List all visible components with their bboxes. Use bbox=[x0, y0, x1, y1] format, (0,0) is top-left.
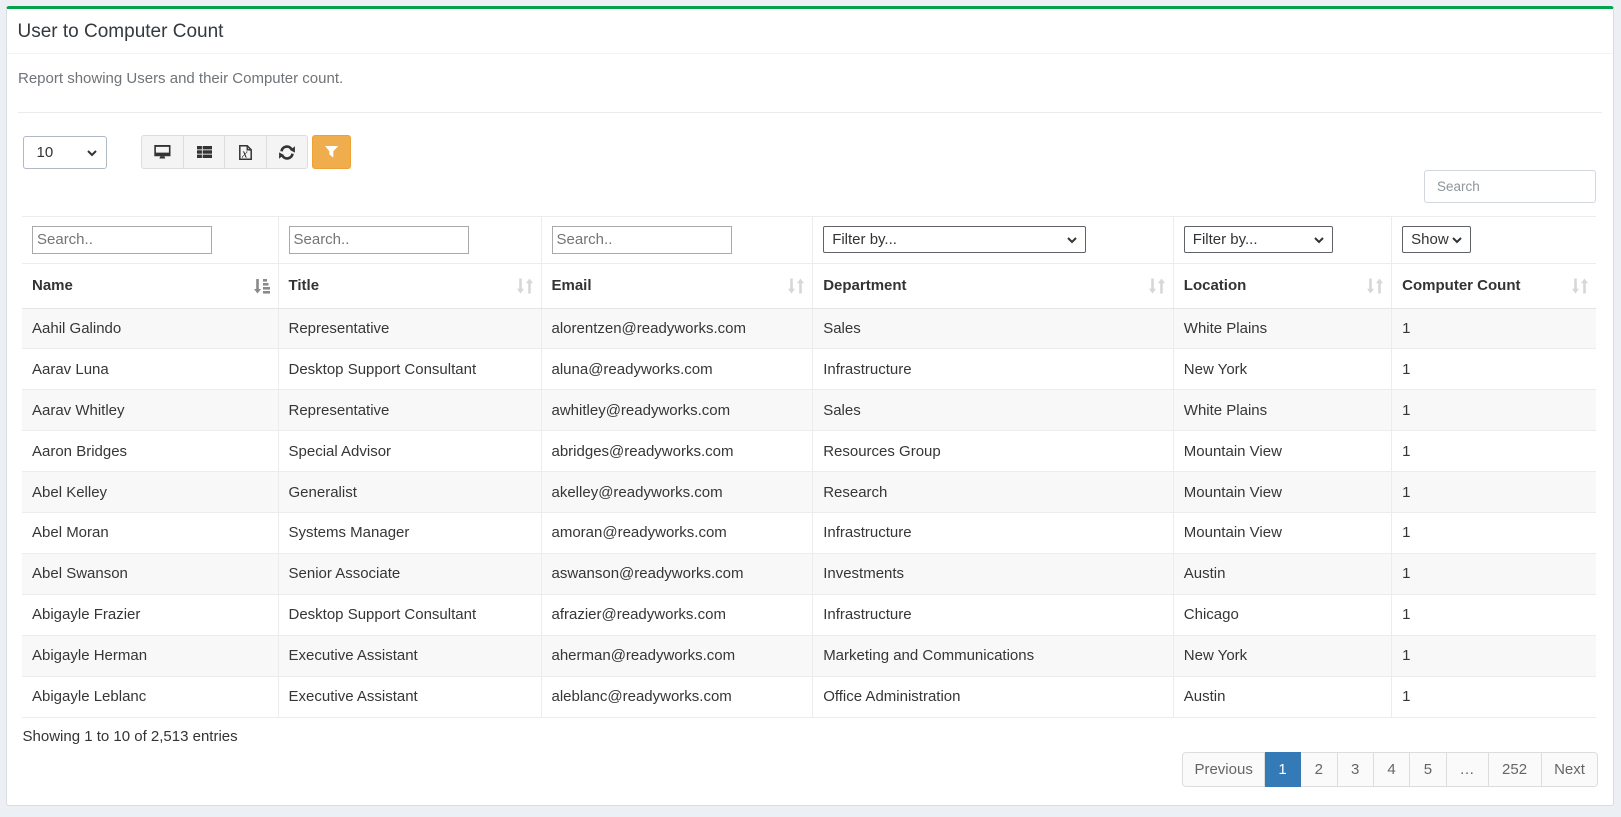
svg-text:x: x bbox=[241, 146, 248, 159]
